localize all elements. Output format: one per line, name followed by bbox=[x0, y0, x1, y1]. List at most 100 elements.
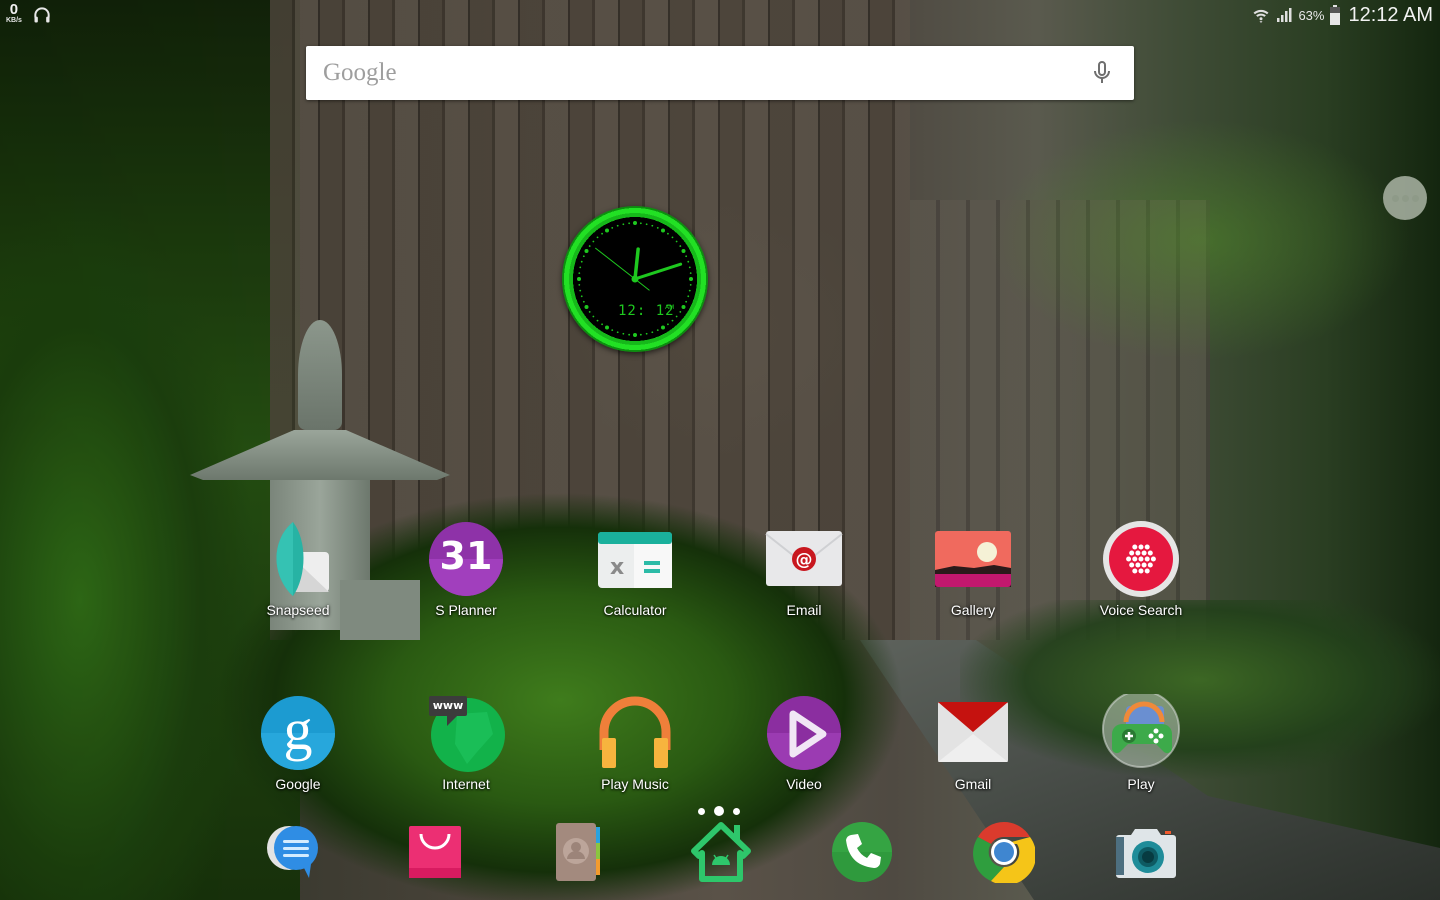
status-time: 12:12 AM bbox=[1348, 3, 1433, 26]
clock-minute-tick bbox=[651, 331, 654, 334]
clock-minute-tick bbox=[687, 295, 690, 298]
clock-minute-tick bbox=[687, 260, 690, 263]
dock-chrome[interactable] bbox=[964, 812, 1044, 892]
clock-minute-tick bbox=[616, 331, 619, 334]
wallpaper-tree bbox=[880, 60, 1440, 480]
google-search-bar[interactable]: Google bbox=[306, 46, 1134, 100]
clock-ampm: AM bbox=[665, 304, 675, 311]
signal-icon bbox=[1277, 8, 1292, 22]
app-calculator[interactable]: x Calculator bbox=[560, 520, 710, 618]
clock-minute-tick bbox=[628, 222, 631, 225]
more-dot bbox=[1401, 194, 1409, 202]
app-google[interactable]: g Google bbox=[223, 694, 373, 792]
more-dot bbox=[1411, 194, 1419, 202]
clock-minute-tick bbox=[688, 289, 691, 292]
clock-minute-tick bbox=[639, 333, 642, 336]
clock-minute-tick bbox=[675, 315, 678, 318]
app-play-music[interactable]: Play Music bbox=[560, 694, 710, 792]
clock-minute-tick bbox=[645, 332, 648, 335]
clock-minute-tick bbox=[639, 222, 642, 225]
clock-minute-tick bbox=[592, 315, 595, 318]
clock-minute-tick bbox=[685, 300, 688, 303]
clock-minute-tick bbox=[651, 224, 654, 227]
clock-minute-tick bbox=[588, 311, 591, 313]
phone-icon bbox=[832, 822, 892, 882]
dock-app-drawer[interactable] bbox=[681, 812, 761, 892]
voice-dot bbox=[1144, 556, 1150, 562]
dock-store[interactable] bbox=[395, 812, 475, 892]
clock-minute-tick bbox=[689, 283, 692, 286]
more-options-button[interactable] bbox=[1383, 176, 1427, 220]
dock-messages[interactable] bbox=[255, 812, 335, 892]
dock-camera[interactable] bbox=[1106, 812, 1186, 892]
calculator-icon: x bbox=[596, 520, 674, 598]
app-label: Internet bbox=[442, 776, 490, 792]
app-label: Calculator bbox=[603, 602, 667, 618]
clock-minute-tick bbox=[596, 236, 599, 239]
net-speed-value: 0 bbox=[9, 1, 19, 18]
app-s-planner[interactable]: 31 S Planner bbox=[391, 520, 541, 618]
analog-clock-widget[interactable]: 12: 12 AM bbox=[562, 206, 708, 352]
google-logo: Google bbox=[323, 59, 397, 86]
net-speed: 0 KB/s bbox=[6, 2, 22, 24]
clock-minute-tick bbox=[675, 240, 678, 243]
svg-text:x: x bbox=[610, 555, 624, 580]
voice-dot bbox=[1147, 550, 1153, 556]
clock-hour-tick bbox=[605, 228, 609, 233]
microphone-icon[interactable] bbox=[1075, 46, 1129, 100]
gmail-icon bbox=[934, 694, 1012, 772]
clock-minute-tick bbox=[656, 226, 659, 229]
clock-minute-tick bbox=[685, 255, 688, 258]
clock-minute-tick bbox=[592, 240, 595, 243]
calendar-day: 31 bbox=[439, 534, 493, 578]
dock-contacts[interactable] bbox=[540, 812, 620, 892]
clock-minute-tick bbox=[622, 223, 625, 226]
app-internet[interactable]: www Internet bbox=[391, 694, 541, 792]
clock-minute-tick bbox=[588, 245, 591, 247]
google-g: g bbox=[283, 697, 313, 762]
clock-minute-tick bbox=[656, 329, 659, 332]
voice-dot bbox=[1144, 568, 1150, 574]
clock-hour-tick bbox=[681, 249, 686, 253]
clock-minute-tick bbox=[622, 332, 625, 335]
voice-dot bbox=[1132, 556, 1138, 562]
wallpaper-lantern bbox=[190, 320, 450, 680]
clock-minute-tick bbox=[616, 224, 619, 227]
app-label: Voice Search bbox=[1099, 602, 1183, 618]
clock-minute-tick bbox=[582, 255, 585, 258]
app-gallery[interactable]: Gallery bbox=[898, 520, 1048, 618]
voice-dot bbox=[1150, 556, 1156, 562]
voice-dot bbox=[1129, 562, 1135, 568]
clock-minute-tick bbox=[601, 323, 603, 326]
clock-minute-tick bbox=[611, 329, 614, 332]
voice-dot bbox=[1141, 550, 1147, 556]
clock-minute-tick bbox=[628, 333, 631, 336]
voice-dot bbox=[1129, 550, 1135, 556]
home-launcher-icon bbox=[691, 822, 751, 882]
clock-hour-tick bbox=[577, 277, 581, 281]
clock-minute-tick bbox=[601, 232, 603, 235]
app-video[interactable]: Video bbox=[729, 694, 879, 792]
app-label: Gallery bbox=[950, 602, 996, 618]
app-snapseed[interactable]: Snapseed bbox=[223, 520, 373, 618]
app-email[interactable]: @ Email bbox=[729, 520, 879, 618]
dock-phone[interactable] bbox=[822, 812, 902, 892]
app-voice-search[interactable]: Voice Search bbox=[1066, 520, 1216, 618]
clock-hour-tick bbox=[584, 305, 589, 309]
app-play-games[interactable]: Play bbox=[1066, 690, 1216, 792]
google-icon: g bbox=[259, 694, 337, 772]
clock-hour-hand bbox=[633, 247, 640, 281]
internet-icon: www bbox=[427, 694, 505, 772]
clock-minute-tick bbox=[679, 245, 682, 247]
chrome-icon bbox=[973, 822, 1035, 883]
voice-dot bbox=[1144, 544, 1150, 550]
app-label: Gmail bbox=[954, 776, 992, 792]
clock-minute-tick bbox=[671, 319, 674, 322]
voice-dot bbox=[1132, 568, 1138, 574]
gallery-icon bbox=[934, 520, 1012, 598]
email-icon: @ bbox=[765, 520, 843, 598]
app-gmail[interactable]: Gmail bbox=[898, 694, 1048, 792]
clock-hour-tick bbox=[661, 325, 665, 330]
clock-hour-tick bbox=[681, 305, 686, 309]
voice-dot bbox=[1132, 544, 1138, 550]
